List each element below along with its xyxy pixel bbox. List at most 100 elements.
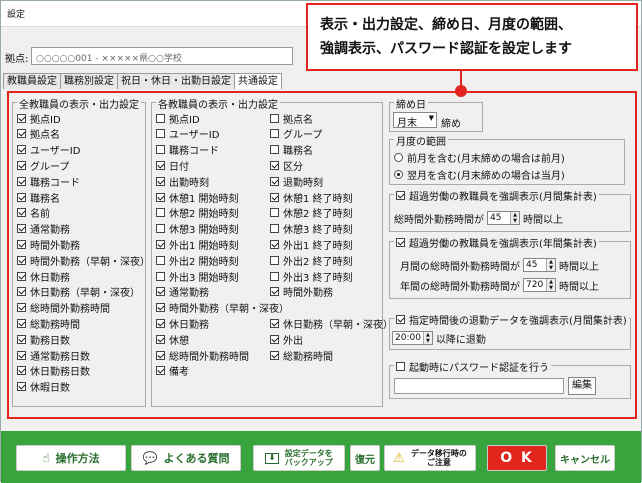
checkbox[interactable]	[270, 350, 279, 360]
checkbox[interactable]	[270, 271, 279, 281]
checkbox-item[interactable]: 職務名	[17, 190, 60, 205]
checkbox[interactable]	[156, 145, 165, 155]
checkbox[interactable]	[270, 113, 279, 123]
checkbox-item[interactable]: ユーザーID	[17, 143, 80, 157]
checkbox[interactable]	[270, 160, 279, 170]
checkbox-item[interactable]: 休憩3 開始時刻	[156, 222, 239, 236]
yearly-row2-value[interactable]: 720	[524, 280, 546, 290]
checkbox[interactable]	[17, 303, 26, 313]
checkbox[interactable]	[270, 334, 279, 344]
checkbox[interactable]	[156, 176, 165, 186]
late-time-value[interactable]: 20:00	[393, 333, 423, 343]
checkbox[interactable]	[156, 192, 165, 202]
checkbox-item[interactable]: 外出1 終了時刻	[270, 237, 353, 252]
backup-button[interactable]: ⬇ 設定データを バックアップ	[253, 445, 345, 471]
closing-select[interactable]: 月末 ▼	[393, 112, 437, 129]
yearly-highlight-checkbox[interactable]	[396, 237, 405, 247]
checkbox-item[interactable]: 総勤務時間	[270, 348, 333, 363]
password-edit-button[interactable]: 編集	[568, 377, 596, 395]
late-highlight-check[interactable]: 指定時間後の退勤データを強調表示(月間集計表)	[394, 312, 629, 327]
ok-button[interactable]: O K	[487, 445, 547, 471]
tab-common[interactable]: 共通設定	[234, 73, 282, 89]
checkbox[interactable]	[156, 129, 165, 139]
checkbox[interactable]	[270, 192, 279, 202]
late-highlight-checkbox[interactable]	[396, 314, 405, 324]
checkbox-item[interactable]: 総勤務時間	[17, 316, 80, 331]
checkbox[interactable]	[270, 129, 279, 139]
checkbox-item[interactable]: 日付	[156, 158, 189, 173]
checkbox-item[interactable]: 時間外勤務	[270, 285, 333, 299]
monthly-threshold-value[interactable]: 45	[488, 213, 510, 223]
checkbox-item[interactable]: 休日勤務（早朝・深夜）	[270, 316, 393, 331]
checkbox[interactable]	[17, 113, 26, 123]
checkbox-item[interactable]: 通常勤務	[156, 285, 209, 299]
monthly-highlight-checkbox[interactable]	[396, 190, 405, 200]
checkbox-item[interactable]: 職務名	[270, 143, 313, 157]
password-check[interactable]: 起動時にパスワード認証を行う	[394, 359, 551, 374]
checkbox-item[interactable]: 休日勤務（早朝・深夜）	[17, 285, 140, 299]
radio-prev[interactable]	[394, 152, 403, 162]
checkbox-item[interactable]: 休日勤務日数	[17, 364, 90, 378]
checkbox[interactable]	[156, 366, 165, 376]
tab-duty[interactable]: 職務別設定	[60, 73, 118, 89]
checkbox-item[interactable]: 職務コード	[156, 143, 219, 157]
checkbox-item[interactable]: 時間外勤務	[17, 237, 80, 252]
checkbox-item[interactable]: 休憩	[156, 332, 189, 347]
checkbox[interactable]	[270, 255, 279, 265]
checkbox[interactable]	[17, 366, 26, 376]
checkbox[interactable]	[17, 129, 26, 139]
checkbox-item[interactable]: 通常勤務日数	[17, 348, 90, 363]
checkbox-item[interactable]: 勤務日数	[17, 332, 70, 347]
checkbox-item[interactable]: 外出	[270, 332, 303, 347]
checkbox[interactable]	[156, 208, 165, 218]
checkbox[interactable]	[270, 287, 279, 297]
yearly-row1-stepper[interactable]: 45 ▲ ▼	[523, 258, 556, 272]
checkbox[interactable]	[17, 350, 26, 360]
cancel-button[interactable]: キャンセル	[555, 445, 615, 471]
monthly-highlight-check[interactable]: 超過労働の教職員を強調表示(月間集計表)	[394, 188, 599, 203]
yearly-row2-stepper[interactable]: 720 ▲ ▼	[523, 278, 556, 292]
checkbox[interactable]	[156, 287, 165, 297]
checkbox-item[interactable]: 休憩2 開始時刻	[156, 206, 239, 220]
checkbox-item[interactable]: 外出3 終了時刻	[270, 269, 353, 284]
checkbox[interactable]	[156, 239, 165, 249]
checkbox-item[interactable]: ユーザーID	[156, 127, 219, 141]
checkbox[interactable]	[17, 382, 26, 392]
checkbox-item[interactable]: 時間外勤務（早朝・深夜）	[17, 253, 150, 268]
checkbox[interactable]	[156, 224, 165, 234]
howto-button[interactable]: ☝ 操作方法	[16, 445, 126, 471]
monthly-threshold-stepper[interactable]: 45 ▲ ▼	[487, 211, 520, 225]
migration-notice-button[interactable]: ⚠ データ移行時の ご注意	[384, 445, 476, 471]
stepper-arrows-icon[interactable]: ▲ ▼	[510, 212, 519, 224]
stepper-arrows-icon[interactable]: ▲ ▼	[546, 279, 555, 291]
checkbox-item[interactable]: 拠点名	[17, 127, 60, 141]
checkbox-item[interactable]: グループ	[270, 127, 322, 141]
password-field[interactable]	[394, 378, 564, 394]
checkbox-item[interactable]: 総時間外勤務時間	[17, 301, 110, 315]
checkbox[interactable]	[17, 176, 26, 186]
late-time-stepper[interactable]: 20:00 ▲ ▼	[392, 331, 433, 345]
checkbox-item[interactable]: 備考	[156, 364, 189, 378]
month-range-option-next[interactable]: 翌月を含む(月末締めの場合は当月)	[394, 167, 565, 182]
checkbox[interactable]	[17, 192, 26, 202]
tab-holidays[interactable]: 祝日・休日・出勤日設定	[117, 73, 235, 89]
checkbox[interactable]	[17, 208, 26, 218]
radio-next[interactable]	[394, 169, 403, 179]
checkbox-item[interactable]: 外出2 開始時刻	[156, 253, 239, 268]
checkbox-item[interactable]: 休暇日数	[17, 380, 70, 394]
checkbox[interactable]	[17, 271, 26, 281]
checkbox-item[interactable]: 通常勤務	[17, 222, 70, 236]
checkbox-item[interactable]: 休日勤務	[17, 269, 70, 284]
tab-staff[interactable]: 教職員設定	[3, 73, 61, 89]
checkbox-item[interactable]: 外出1 開始時刻	[156, 237, 239, 252]
checkbox-item[interactable]: 拠点ID	[156, 111, 200, 126]
checkbox-item[interactable]: グループ	[17, 158, 69, 173]
checkbox[interactable]	[156, 303, 165, 313]
checkbox[interactable]	[17, 255, 26, 265]
checkbox[interactable]	[17, 145, 26, 155]
branch-select[interactable]: ○○○○○001 - ×××××県○○学校	[31, 47, 293, 65]
checkbox-item[interactable]: 外出3 開始時刻	[156, 269, 239, 284]
checkbox[interactable]	[17, 334, 26, 344]
checkbox-item[interactable]: 出勤時刻	[156, 174, 209, 189]
checkbox[interactable]	[156, 160, 165, 170]
